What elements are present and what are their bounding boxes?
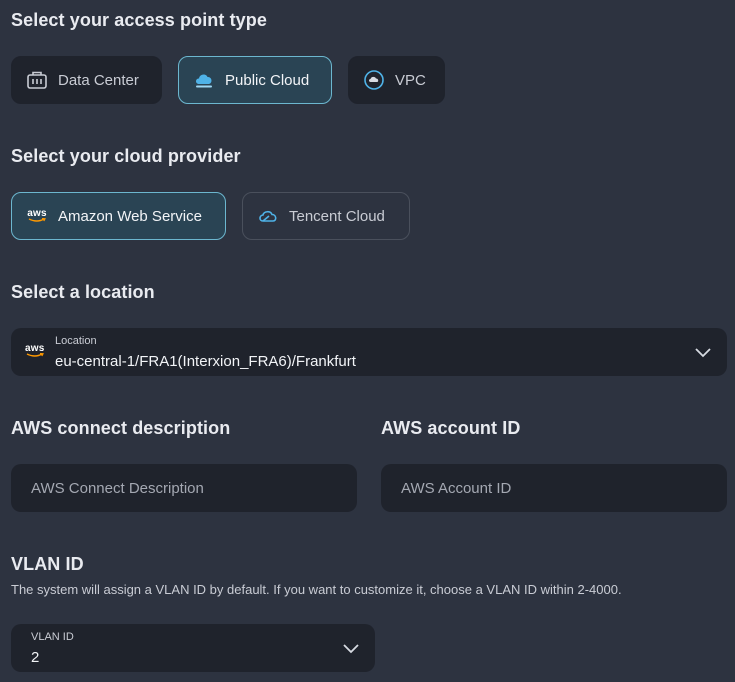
building-icon [26, 69, 48, 91]
vlan-helper-text: The system will assign a VLAN ID by defa… [11, 582, 622, 597]
location-select[interactable]: aws Location eu-central-1/FRA1(Interxion… [11, 328, 727, 376]
chevron-down-icon [343, 644, 359, 654]
vlan-value: 2 [31, 649, 40, 666]
option-label: Tencent Cloud [289, 207, 385, 225]
location-field-label: Location [55, 335, 97, 347]
cloud-icon [193, 69, 215, 91]
option-amazon-web-service[interactable]: aws Amazon Web Service [11, 192, 226, 240]
vlan-id-select[interactable]: VLAN ID 2 [11, 624, 375, 672]
option-public-cloud[interactable]: Public Cloud [178, 56, 332, 104]
aws-connect-title: AWS connect description [11, 418, 231, 438]
location-title: Select a location [11, 282, 155, 302]
aws-account-id-input[interactable] [381, 464, 727, 512]
access-point-form: Select your access point type Data Cente… [0, 0, 735, 682]
option-vpc[interactable]: VPC [348, 56, 445, 104]
aws-logo-icon: aws [25, 343, 45, 357]
aws-account-title: AWS account ID [381, 418, 521, 438]
vlan-field-label: VLAN ID [31, 631, 74, 643]
option-label: Data Center [58, 71, 139, 89]
aws-logo-icon: aws [27, 208, 47, 222]
aws-connect-description-input[interactable] [11, 464, 357, 512]
option-label: Amazon Web Service [58, 207, 202, 225]
tencent-cloud-icon [257, 205, 279, 227]
option-tencent-cloud[interactable]: Tencent Cloud [242, 192, 410, 240]
access-point-title: Select your access point type [11, 10, 267, 30]
vpc-icon [363, 69, 385, 91]
option-label: VPC [395, 71, 426, 89]
cloud-provider-title: Select your cloud provider [11, 146, 241, 166]
vlan-title: VLAN ID [11, 554, 84, 574]
option-data-center[interactable]: Data Center [11, 56, 162, 104]
chevron-down-icon [695, 348, 711, 358]
location-value: eu-central-1/FRA1(Interxion_FRA6)/Frankf… [55, 353, 356, 370]
option-label: Public Cloud [225, 71, 310, 89]
